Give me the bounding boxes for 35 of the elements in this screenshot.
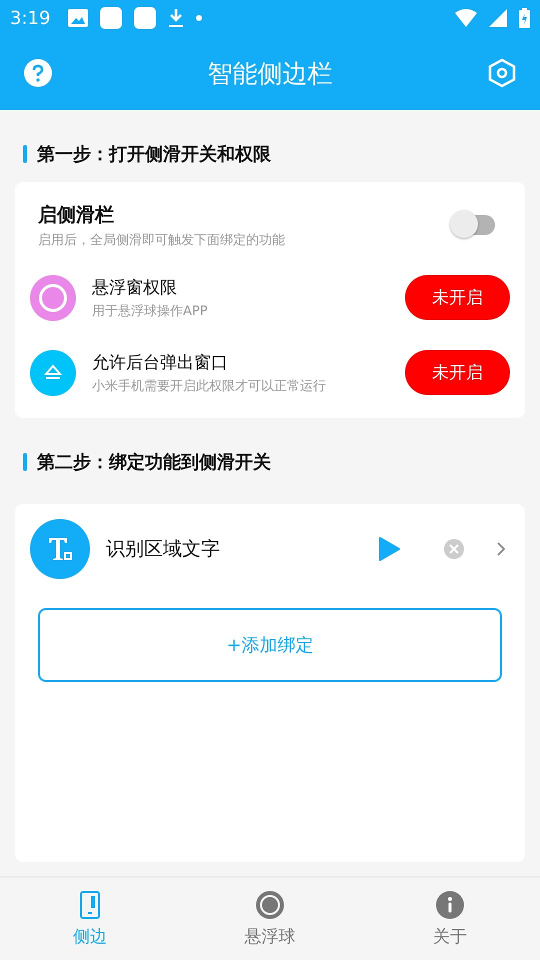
section-heading: 第一步：打开侧滑开关和权限 — [37, 143, 271, 166]
play-icon[interactable] — [378, 537, 400, 561]
section-heading: 第二步：绑定功能到侧滑开关 — [37, 451, 271, 474]
setting-description: 启用后，全局侧滑即可触发下面绑定的功能 — [38, 232, 286, 248]
image-icon — [68, 9, 88, 27]
permission-title: 悬浮窗权限 — [92, 276, 178, 298]
status-time: 3:19 — [10, 8, 50, 28]
binding-title: 识别区域文字 — [106, 537, 221, 562]
ring-icon — [30, 274, 76, 320]
ring-icon — [256, 890, 284, 918]
setting-title: 启侧滑栏 — [38, 202, 115, 228]
permission-description: 小米手机需要开启此权限才可以正常运行 — [92, 378, 327, 394]
enable-button[interactable]: 未开启 — [405, 275, 510, 320]
phone-icon — [80, 890, 100, 918]
add-binding-button[interactable]: +添加绑定 — [38, 608, 502, 682]
permission-description: 用于悬浮球操作APP — [92, 302, 209, 320]
app-title: 智能侧边栏 — [208, 58, 332, 90]
settings-icon[interactable] — [488, 58, 516, 88]
signal-icon — [489, 9, 507, 27]
help-icon[interactable] — [24, 59, 52, 87]
enable-button[interactable]: 未开启 — [405, 350, 510, 395]
download-icon — [168, 8, 184, 28]
app-icon — [134, 7, 156, 29]
chevron-right-icon[interactable] — [496, 541, 506, 557]
nav-tab[interactable]: 悬浮球 — [180, 878, 360, 960]
nav-tab[interactable]: 关于 — [360, 878, 540, 960]
dot-icon — [196, 15, 202, 21]
info-icon — [436, 890, 464, 918]
permission-title: 允许后台弹出窗口 — [92, 352, 229, 374]
wifi-icon — [455, 9, 477, 27]
eject-icon — [30, 350, 76, 396]
app-icon — [100, 7, 122, 29]
battery-icon — [519, 8, 530, 28]
nav-tab[interactable]: 侧边 — [0, 878, 180, 960]
remove-icon[interactable] — [444, 539, 464, 559]
